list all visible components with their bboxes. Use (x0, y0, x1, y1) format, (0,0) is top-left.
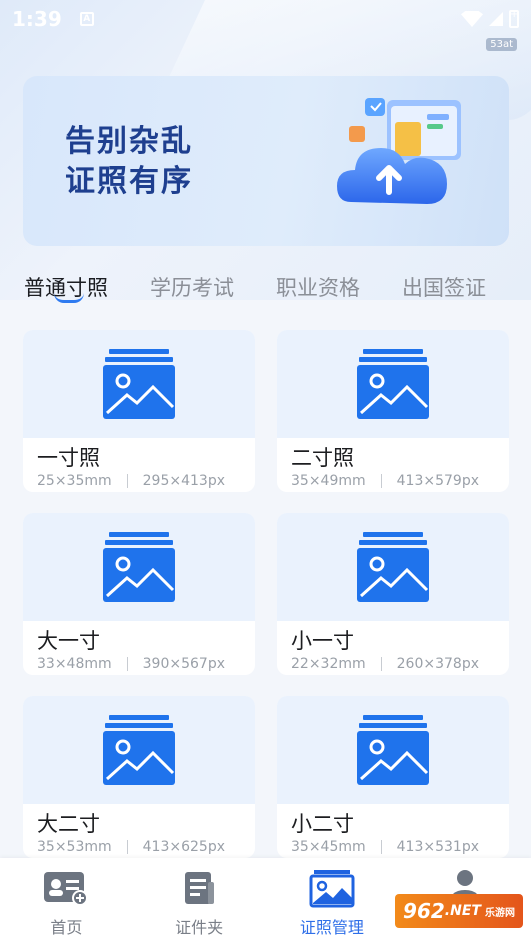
card-size-mm: 22×32mm (291, 656, 366, 672)
image-icon (357, 532, 429, 602)
card-size-px: 413×625px (142, 839, 225, 855)
size-card-small-1inch[interactable]: 小一寸 22×32mm 260×378px (277, 513, 509, 675)
divider (126, 657, 128, 671)
wifi-icon (461, 11, 483, 27)
status-time: 1:39 (12, 7, 62, 31)
banner-title: 告别杂乱 证照有序 (65, 122, 193, 202)
nav-document-folder[interactable]: 证件夹 (133, 858, 266, 944)
watermark-brand: 962 (403, 899, 445, 923)
divider (380, 474, 382, 488)
card-specs: 25×35mm 295×413px (37, 473, 225, 489)
card-title: 二寸照 (291, 446, 354, 470)
card-thumbnail (23, 696, 255, 804)
card-specs: 35×45mm 413×531px (291, 839, 479, 855)
card-thumbnail (23, 330, 255, 438)
card-thumbnail (277, 696, 509, 804)
watermark-sub: 乐游网 (484, 907, 515, 919)
image-icon (357, 715, 429, 785)
card-size-mm: 35×49mm (291, 473, 366, 489)
card-thumbnail (23, 513, 255, 621)
card-size-mm: 33×48mm (37, 656, 112, 672)
card-size-px: 390×567px (142, 656, 225, 672)
nav-document-folder-label: 证件夹 (175, 918, 224, 937)
card-size-px: 295×413px (142, 473, 225, 489)
card-thumbnail (277, 330, 509, 438)
size-card-large-1inch[interactable]: 大一寸 33×48mm 390×567px (23, 513, 255, 675)
card-size-px: 260×378px (396, 656, 479, 672)
tab-professional-qualification[interactable]: 职业资格 (276, 272, 360, 302)
size-card-1inch[interactable]: 一寸照 25×35mm 295×413px (23, 330, 255, 492)
card-title: 大二寸 (37, 812, 100, 836)
card-size-px: 413×531px (396, 839, 479, 855)
photo-stack-icon (309, 870, 355, 908)
battery-icon (509, 9, 519, 28)
image-icon (103, 532, 175, 602)
card-title: 小一寸 (291, 629, 354, 653)
nav-home[interactable]: 首页 (0, 858, 133, 944)
divider (126, 840, 128, 854)
watermark-suffix: .NET (444, 903, 481, 919)
size-card-large-2inch[interactable]: 大二寸 35×53mm 413×625px (23, 696, 255, 858)
status-badge: 53at (486, 38, 517, 51)
nav-photo-management[interactable]: 证照管理 (266, 858, 399, 944)
tab-education-exam[interactable]: 学历考试 (150, 272, 234, 302)
nav-home-label: 首页 (50, 918, 83, 937)
banner-line-1: 告别杂乱 (65, 124, 193, 159)
banner-line-2: 证照有序 (65, 164, 193, 199)
notification-icon: A (79, 12, 94, 26)
card-specs: 35×53mm 413×625px (37, 839, 225, 855)
card-title: 小二寸 (291, 812, 354, 836)
signal-icon (489, 12, 503, 26)
card-specs: 35×49mm 413×579px (291, 473, 479, 489)
card-specs: 22×32mm 260×378px (291, 656, 479, 672)
divider (380, 657, 382, 671)
document-icon (185, 872, 215, 904)
size-card-small-2inch[interactable]: 小二寸 35×45mm 413×531px (277, 696, 509, 858)
promo-banner[interactable]: 告别杂乱 证照有序 (23, 76, 509, 246)
status-bar: 1:39 A (0, 0, 531, 38)
cloud-upload-icon (337, 98, 461, 204)
card-thumbnail (277, 513, 509, 621)
divider (380, 840, 382, 854)
tab-visa[interactable]: 出国签证 (402, 272, 486, 302)
image-icon (103, 349, 175, 419)
card-size-mm: 25×35mm (37, 473, 112, 489)
card-title: 大一寸 (37, 629, 100, 653)
card-size-px: 413×579px (396, 473, 479, 489)
card-specs: 33×48mm 390×567px (37, 656, 225, 672)
nav-photo-management-label: 证照管理 (299, 918, 364, 937)
watermark-logo: 962 .NET 乐游网 (395, 894, 523, 928)
card-title: 一寸照 (37, 446, 100, 470)
image-icon (357, 349, 429, 419)
image-icon (103, 715, 175, 785)
size-card-2inch[interactable]: 二寸照 35×49mm 413×579px (277, 330, 509, 492)
category-tabs: 普通寸照 学历考试 职业资格 出国签证 (0, 265, 531, 309)
card-size-mm: 35×53mm (37, 839, 112, 855)
card-size-mm: 35×45mm (291, 839, 366, 855)
id-card-icon (44, 872, 89, 906)
divider (126, 474, 128, 488)
